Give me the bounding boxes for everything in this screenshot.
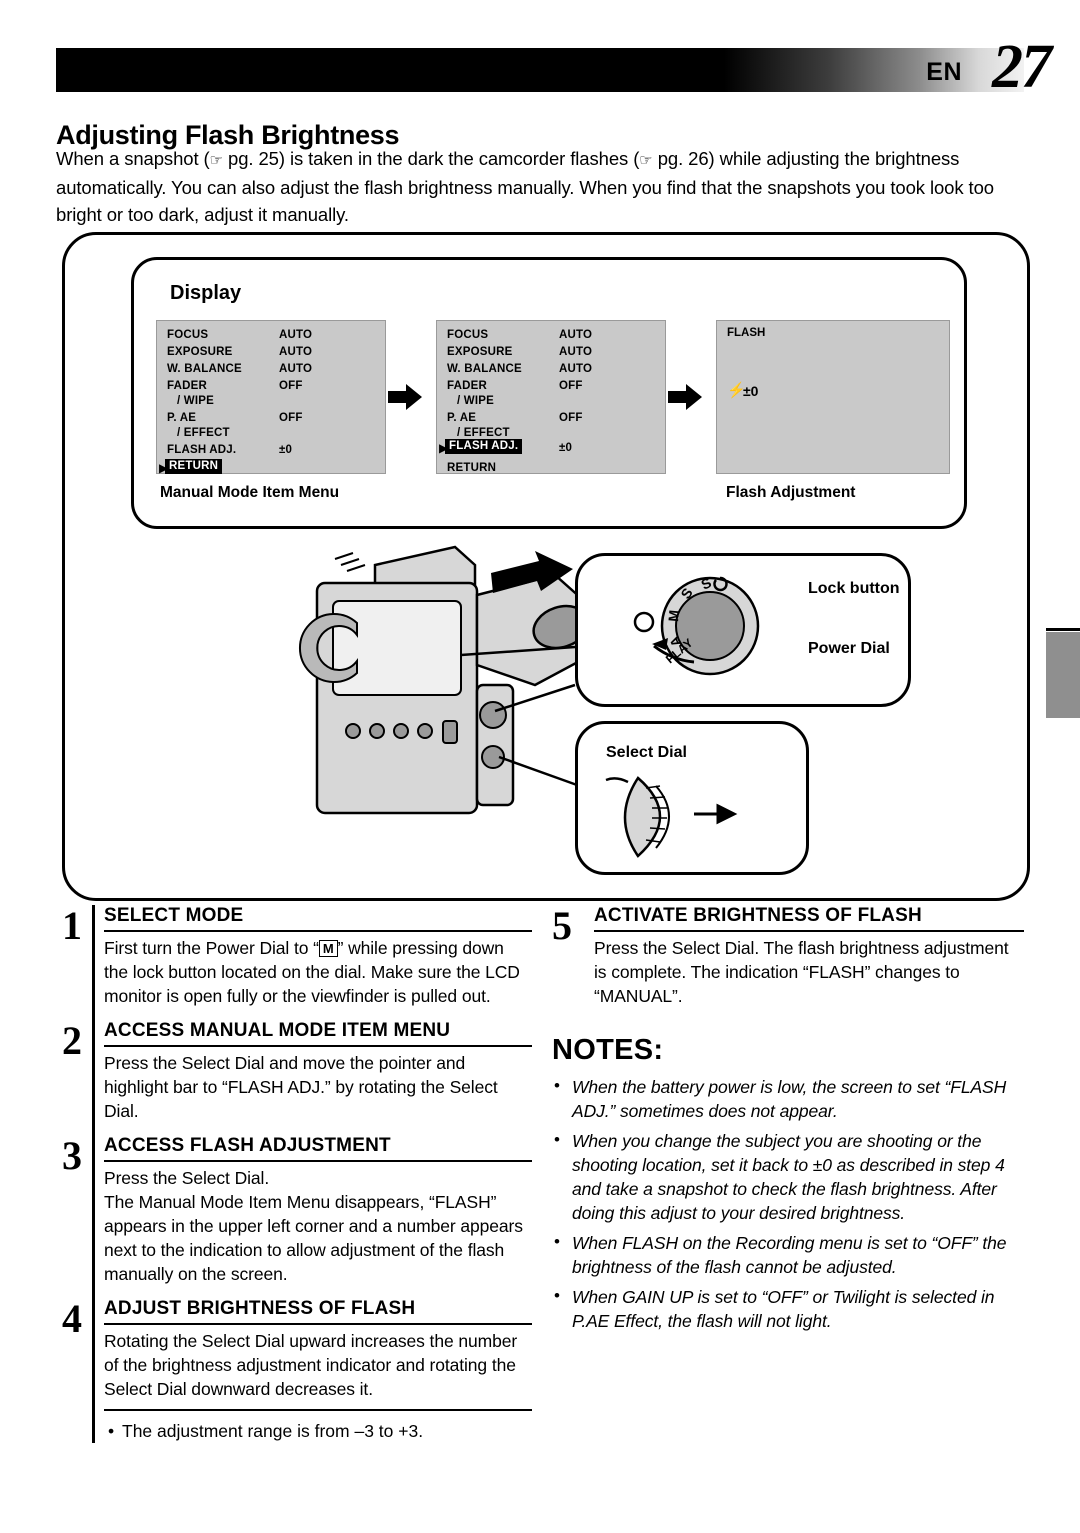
menu-return-label: RETURN xyxy=(447,462,497,474)
note-item: When the battery power is low, the scree… xyxy=(552,1074,1024,1123)
menu-screen-2: FOCUS AUTO EXPOSURE AUTO W. BALANCE AUTO… xyxy=(436,320,666,474)
select-dial-callout: Select Dial xyxy=(575,721,809,875)
menu-item-value: OFF xyxy=(559,412,583,424)
step-number: 1 xyxy=(62,903,82,948)
menu-item-value: AUTO xyxy=(279,363,313,375)
step-number: 2 xyxy=(62,1018,82,1063)
step-5: 5 ACTIVATE BRIGHTNESS OF FLASH Press the… xyxy=(552,905,1024,1008)
lock-button-label: Lock button xyxy=(808,580,900,597)
menu-item-label: / WIPE xyxy=(457,395,494,407)
select-dial-diagram xyxy=(605,776,738,858)
menu-item-value: ±0 xyxy=(559,442,573,454)
step-body: Press the Select Dial. The Manual Mode I… xyxy=(104,1168,523,1284)
menu-screen-1: FOCUS AUTO EXPOSURE AUTO W. BALANCE AUTO… xyxy=(156,320,386,474)
menu-item-label: FOCUS xyxy=(167,329,209,341)
menu-item-value: ±0 xyxy=(279,444,293,456)
header-bar xyxy=(56,48,1024,92)
caption-manual-mode-item-menu: Manual Mode Item Menu xyxy=(160,484,340,501)
power-dial-callout: S S M A PLAY Lock button Power Dial xyxy=(575,553,911,707)
flash-adjust-value: ±0 xyxy=(743,383,759,399)
menu-item-label: EXPOSURE xyxy=(447,346,513,358)
intro-ref1: pg. 25 xyxy=(228,148,279,169)
divider xyxy=(104,1409,532,1411)
instructions-left-column: 1 SELECT MODE First turn the Power Dial … xyxy=(62,905,532,1443)
intro-part2: ) is taken in the dark the camcorder fla… xyxy=(278,148,640,169)
menu-item-value: AUTO xyxy=(279,329,313,341)
intro-paragraph: When a snapshot (☞ pg. 25) is taken in t… xyxy=(56,145,1022,228)
manual-mode-glyph-icon: M xyxy=(318,940,338,957)
step-heading: SELECT MODE xyxy=(104,905,532,932)
menu-item-label: / WIPE xyxy=(177,395,214,407)
step-body-pre: First turn the Power Dial to “ xyxy=(104,938,319,958)
step-body: Press the Select Dial. The flash brightn… xyxy=(594,938,1009,1006)
display-diagram-box: Display FOCUS AUTO EXPOSURE AUTO W. BALA… xyxy=(131,257,967,529)
note-item: When you change the subject you are shoo… xyxy=(552,1128,1024,1225)
flow-arrow-icon xyxy=(668,384,702,410)
svg-text:M: M xyxy=(665,609,682,622)
document-page: EN 27 Adjusting Flash Brightness When a … xyxy=(0,0,1080,1533)
flow-arrow-icon xyxy=(388,384,422,410)
menu-return-highlight: RETURN xyxy=(165,459,223,474)
select-dial-label: Select Dial xyxy=(606,744,687,761)
menu-item-value: AUTO xyxy=(559,329,593,341)
power-dial-diagram: S S M A PLAY xyxy=(633,574,760,676)
side-tab-rule xyxy=(1046,628,1080,631)
menu-item-label: W. BALANCE xyxy=(447,363,522,375)
intro-ref2: pg. 26 xyxy=(657,148,709,169)
step-heading: ACCESS FLASH ADJUSTMENT xyxy=(104,1135,532,1162)
step-3: 3 ACCESS FLASH ADJUSTMENT Press the Sele… xyxy=(62,1135,532,1286)
menu-item-label: FLASH ADJ. xyxy=(167,444,237,456)
note-item: When FLASH on the Recording menu is set … xyxy=(552,1230,1024,1279)
display-label: Display xyxy=(170,282,242,304)
menu-item-value: OFF xyxy=(279,412,303,424)
power-dial-label: Power Dial xyxy=(808,640,890,657)
intro-part1: When a snapshot ( xyxy=(56,148,210,169)
menu-item-label: / EFFECT xyxy=(177,427,230,439)
illustration-panel: Display FOCUS AUTO EXPOSURE AUTO W. BALA… xyxy=(62,232,1030,901)
notes-title: NOTES: xyxy=(552,1034,664,1066)
step-body: Rotating the Select Dial upward increase… xyxy=(104,1331,518,1399)
instructions-right-column: 5 ACTIVATE BRIGHTNESS OF FLASH Press the… xyxy=(552,905,1024,1339)
step-body: Press the Select Dial and move the point… xyxy=(104,1053,498,1121)
menu-item-value: AUTO xyxy=(279,346,313,358)
step-number: 5 xyxy=(552,903,572,948)
caption-flash-adjustment: Flash Adjustment xyxy=(726,484,856,501)
menu-item-label: FADER xyxy=(447,380,487,392)
menu-item-label: FOCUS xyxy=(447,329,489,341)
menu-item-label: EXPOSURE xyxy=(167,346,233,358)
header-gradient xyxy=(724,48,1024,92)
step-4: 4 ADJUST BRIGHTNESS OF FLASH Rotating th… xyxy=(62,1298,532,1401)
menu-flash-adj-highlight: FLASH ADJ. xyxy=(445,439,523,454)
menu-item-value: AUTO xyxy=(559,363,593,375)
step-number: 4 xyxy=(62,1296,82,1341)
flash-adjustment-screen: FLASH ⚡ ±0 xyxy=(716,320,950,474)
menu-item-label: W. BALANCE xyxy=(167,363,242,375)
menu-item-value: OFF xyxy=(279,380,303,392)
step-number: 3 xyxy=(62,1133,82,1178)
step-2: 2 ACCESS MANUAL MODE ITEM MENU Press the… xyxy=(62,1020,532,1123)
step-1: 1 SELECT MODE First turn the Power Dial … xyxy=(62,905,532,1008)
step-heading: ACTIVATE BRIGHTNESS OF FLASH xyxy=(594,905,1024,932)
pointer-icon: ☞ xyxy=(209,151,223,169)
step-heading: ADJUST BRIGHTNESS OF FLASH xyxy=(104,1298,532,1325)
menu-item-label: P. AE xyxy=(167,412,197,424)
page-number: 27 xyxy=(992,33,1052,101)
step-heading: ACCESS MANUAL MODE ITEM MENU xyxy=(104,1020,532,1047)
menu-item-value: OFF xyxy=(559,380,583,392)
menu-item-label: FADER xyxy=(167,380,207,392)
note-item: When GAIN UP is set to “OFF” or Twilight… xyxy=(552,1284,1024,1333)
menu-item-value: AUTO xyxy=(559,346,593,358)
side-tab-marker xyxy=(1046,632,1080,718)
header-language-label: EN xyxy=(926,58,962,86)
flash-indicator-label: FLASH xyxy=(727,327,766,339)
camcorder-illustration-area: S S M A PLAY Lock button Power Dial Sele… xyxy=(65,535,1027,895)
step-body: First turn the Power Dial to “M” while p… xyxy=(104,936,532,1008)
pointer-icon: ☞ xyxy=(639,151,653,169)
lock-button-icon xyxy=(633,611,655,633)
menu-item-label: P. AE xyxy=(447,412,477,424)
adjustment-range-note: The adjustment range is from –3 to +3. xyxy=(108,1419,532,1443)
menu-item-label: / EFFECT xyxy=(457,427,510,439)
